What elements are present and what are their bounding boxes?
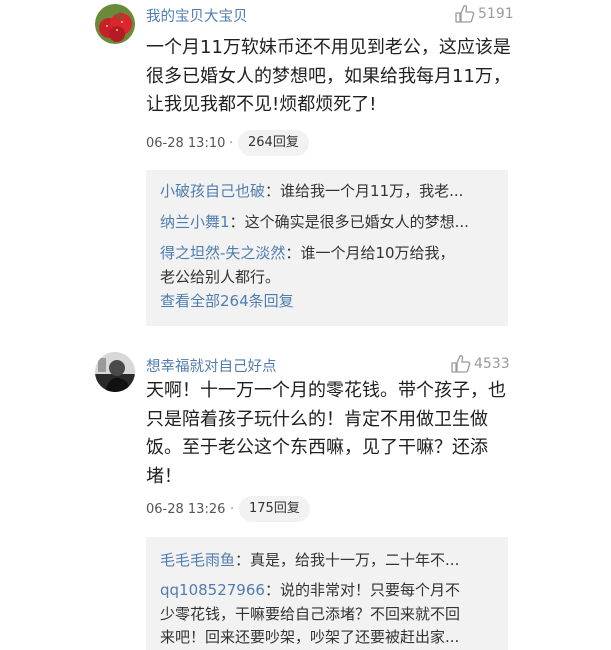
like-count: 5191: [478, 6, 514, 22]
thumbs-up-icon: [455, 5, 475, 23]
reply-author[interactable]: 得之坦然-失之淡然: [160, 244, 285, 262]
reply-line-continued: 老公给别人都行。: [160, 266, 500, 289]
reply-separator: ：: [285, 244, 301, 262]
reply-text: 真是，给我十一万，二十年不...: [250, 551, 460, 569]
reply-preview-box[interactable]: 毛毛毛雨鱼：真是，给我十一万，二十年不... qq108527966：说的非常对…: [146, 537, 508, 650]
reply-line[interactable]: 得之坦然-失之淡然：谁一个月给10万给我，: [160, 242, 500, 265]
reply-author[interactable]: 纳兰小舞1: [160, 213, 230, 231]
reply-text: 这个确实是很多已婚女人的梦想...: [244, 213, 469, 231]
reply-text: 说的非常对！只要每个月不: [279, 581, 460, 599]
reply-text: 谁给我一个月11万，我老...: [280, 182, 464, 200]
avatar[interactable]: [95, 4, 135, 44]
reply-count-button[interactable]: 175回复: [239, 496, 310, 522]
comment-content: 一个月11万软妹币还不用见到老公，这应该是很多已婚女人的梦想吧，如果给我每月11…: [146, 37, 511, 115]
reply-line[interactable]: qq108527966：说的非常对！只要每个月不: [160, 579, 500, 602]
reply-line[interactable]: 小破孩自己也破：谁给我一个月11万，我老...: [160, 180, 500, 203]
reply-separator: ：: [264, 581, 280, 599]
reply-author[interactable]: 毛毛毛雨鱼: [160, 551, 235, 569]
reply-text: 谁一个月给10万给我，: [300, 244, 455, 262]
comment-time: 06-28 13:26: [146, 502, 226, 517]
view-all-replies-link[interactable]: 查看全部264条回复: [160, 290, 294, 311]
reply-text: 老公给别人都行。: [160, 268, 281, 286]
thumbs-up-icon: [451, 355, 471, 373]
like-button[interactable]: 4533: [451, 355, 510, 373]
reply-separator: ：: [235, 551, 251, 569]
avatar[interactable]: [95, 352, 135, 392]
reply-author[interactable]: qq108527966: [160, 581, 265, 599]
like-count: 4533: [474, 356, 510, 372]
separator-dot: ·: [230, 502, 235, 517]
comment-content: 天啊！十一万一个月的零花钱。带个孩子，也只是陪着孩子玩什么的！肯定不用做卫生做饭…: [146, 380, 506, 487]
comment-time: 06-28 13:10: [146, 136, 226, 151]
reply-line-continued: 来吧！回来还要吵架，吵架了还要被赶出家...: [160, 626, 500, 649]
like-button[interactable]: 5191: [455, 5, 514, 23]
comment-username[interactable]: 我的宝贝大宝贝: [146, 5, 248, 26]
strawberry-avatar-icon: [95, 4, 135, 44]
reply-line[interactable]: 纳兰小舞1：这个确实是很多已婚女人的梦想...: [160, 211, 500, 234]
reply-text: 少零花钱，干嘛要给自己添堵？不回来就不回: [160, 605, 461, 623]
reply-separator: ：: [229, 213, 245, 231]
grayscale-photo-avatar-icon: [95, 352, 135, 392]
reply-count-button[interactable]: 264回复: [238, 130, 309, 156]
reply-line-continued: 少零花钱，干嘛要给自己添堵？不回来就不回: [160, 603, 500, 626]
separator-dot: ·: [229, 136, 234, 151]
reply-author[interactable]: 小破孩自己也破: [160, 182, 265, 200]
reply-line[interactable]: 毛毛毛雨鱼：真是，给我十一万，二十年不...: [160, 549, 500, 572]
comment-username[interactable]: 想幸福就对自己好点: [146, 355, 277, 376]
reply-preview-box[interactable]: 小破孩自己也破：谁给我一个月11万，我老... 纳兰小舞1：这个确实是很多已婚女…: [146, 170, 508, 326]
reply-separator: ：: [265, 182, 281, 200]
reply-text: 来吧！回来还要吵架，吵架了还要被赶出家...: [160, 628, 460, 646]
